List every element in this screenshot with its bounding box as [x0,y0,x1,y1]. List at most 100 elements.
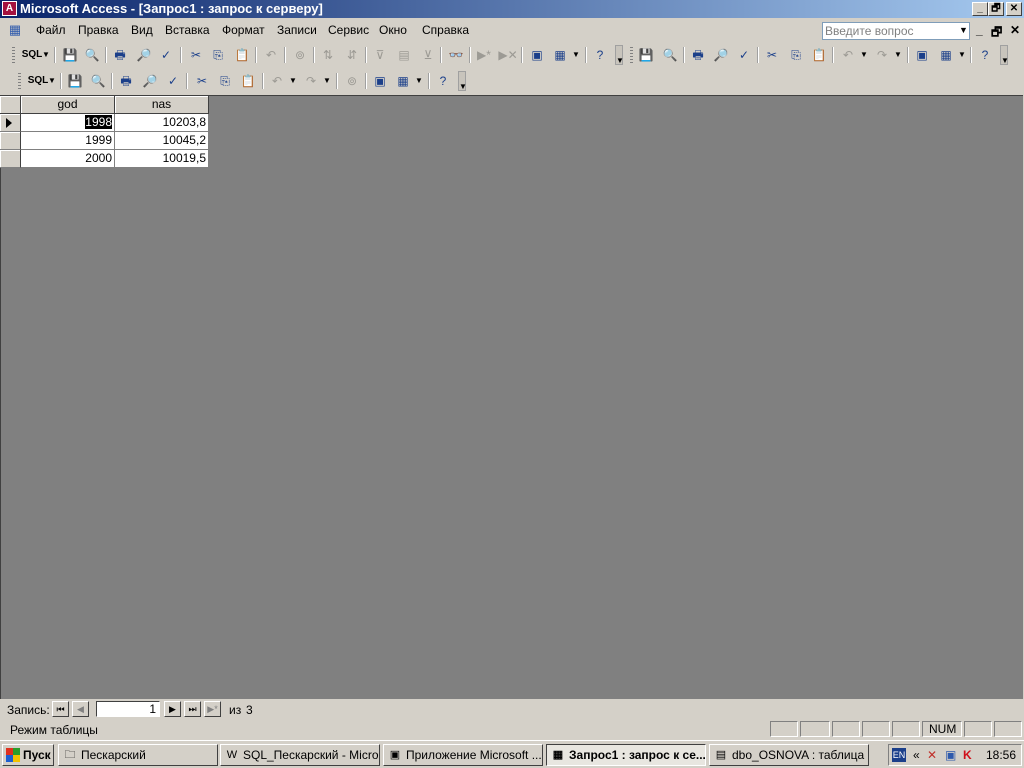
previous-record-button[interactable]: ◀ [72,701,89,717]
access-app-icon[interactable]: A [2,1,17,16]
print-icon[interactable]: 🖶 [116,72,136,90]
save-icon[interactable]: 💾 [65,72,85,90]
filter-by-form-icon[interactable]: ▤ [394,46,414,64]
taskbar-item[interactable]: ▣ Приложение Microsoft ... [383,744,543,766]
new-object-icon[interactable]: ▦ [550,46,570,64]
tray-expand-icon[interactable]: « [913,747,920,763]
toolbar-options-chevron[interactable]: ▼ [1000,45,1009,65]
print-preview-icon[interactable]: 🔎 [134,46,154,64]
mdi-close-button[interactable]: ✕ [1010,23,1020,37]
taskbar-item[interactable]: W SQL_Пескарский - Micro... [220,744,380,766]
toolbar-options-chevron[interactable]: ▼ [615,45,624,65]
sort-ascending-icon[interactable]: ⇅ [318,46,338,64]
row-selector[interactable] [0,114,21,132]
new-record-icon[interactable]: ▶* [474,46,494,64]
save-icon[interactable]: 💾 [636,46,656,64]
table-cell-god[interactable]: 2000 [21,150,115,168]
print-preview-icon[interactable]: 🔎 [140,72,160,90]
table-cell-nas[interactable]: 10019,5 [115,150,209,168]
spelling-icon[interactable]: ✓ [163,72,183,90]
cut-icon[interactable]: ✂ [192,72,212,90]
copy-icon[interactable]: ⎘ [215,72,235,90]
search-document-icon[interactable]: 🔍 [660,46,680,64]
start-button[interactable]: Пуск [2,744,54,766]
database-window-icon[interactable]: ▣ [527,46,547,64]
sort-descending-icon[interactable]: ⇵ [342,46,362,64]
chevron-down-icon[interactable]: ▼ [894,46,902,64]
select-all-corner[interactable] [0,96,21,114]
help-icon[interactable]: ? [433,72,453,90]
ask-question-input[interactable]: Введите вопрос [822,22,970,40]
next-record-button[interactable]: ▶ [164,701,181,717]
search-document-icon[interactable]: 🔍 [82,46,102,64]
search-document-icon[interactable]: 🔍 [88,72,108,90]
undo-icon[interactable]: ↶ [261,46,281,64]
help-icon[interactable]: ? [975,46,995,64]
mdi-restore-button[interactable]: 🗗 [991,23,1002,44]
save-icon[interactable]: 💾 [60,46,80,64]
current-record-input[interactable] [96,701,160,717]
table-cell-god[interactable]: 1998 [21,114,115,132]
restore-button[interactable]: 🗗 [988,2,1004,16]
chevron-down-icon[interactable]: ▼ [572,46,580,64]
chevron-down-icon[interactable]: ▼ [415,72,423,90]
database-window-icon[interactable]: ▣ [912,46,932,64]
antivirus-icon[interactable]: K [963,747,972,763]
redo-icon[interactable]: ↷ [301,72,321,90]
chevron-down-icon[interactable]: ▼ [48,72,56,90]
last-record-button[interactable]: ⏭ [184,701,201,717]
print-preview-icon[interactable]: 🔎 [711,46,731,64]
tray-app-icon[interactable]: ▣ [945,747,956,763]
first-record-button[interactable]: ⏮ [52,701,69,717]
toolbar-options-chevron[interactable]: ▼ [458,71,467,91]
menu-edit[interactable]: Правка [78,23,119,37]
chevron-down-icon[interactable]: ▼ [42,46,50,64]
print-icon[interactable]: 🖶 [110,46,130,64]
new-object-icon[interactable]: ▦ [936,46,956,64]
taskbar-item-active[interactable]: ▦ Запрос1 : запрос к се... [546,744,706,766]
insert-hyperlink-icon[interactable]: ⊚ [342,72,362,90]
chevron-down-icon[interactable]: ▼ [958,46,966,64]
menu-file[interactable]: Файл [36,23,66,37]
network-icon[interactable]: ✕ [927,747,937,763]
cut-icon[interactable]: ✂ [762,46,782,64]
taskbar-item[interactable]: 🗀 Пескарский [58,744,218,766]
query-window-icon[interactable]: ▦ [6,22,24,38]
chevron-down-icon[interactable]: ▼ [959,25,968,35]
apply-filter-icon[interactable]: ⊻ [418,46,438,64]
menu-tools[interactable]: Сервис [328,23,369,37]
table-cell-nas[interactable]: 10203,8 [115,114,209,132]
row-selector[interactable] [0,132,21,150]
menu-help[interactable]: Справка [422,23,469,37]
paste-icon[interactable]: 📋 [232,46,252,64]
new-record-button[interactable]: ▶* [204,701,221,717]
undo-icon[interactable]: ↶ [267,72,287,90]
spelling-icon[interactable]: ✓ [734,46,754,64]
toolbar-grip[interactable] [18,73,21,89]
table-cell-god[interactable]: 1999 [21,132,115,150]
help-icon[interactable]: ? [590,46,610,64]
copy-icon[interactable]: ⎘ [208,46,228,64]
delete-record-icon[interactable]: ▶✕ [498,46,518,64]
mdi-minimize-button[interactable]: _ [976,23,983,37]
language-indicator[interactable]: EN [892,748,906,762]
minimize-button[interactable]: _ [972,2,988,16]
taskbar-item[interactable]: ▤ dbo_OSNOVA : таблица [709,744,869,766]
new-object-icon[interactable]: ▦ [393,72,413,90]
menu-view[interactable]: Вид [131,23,153,37]
chevron-down-icon[interactable]: ▼ [860,46,868,64]
cut-icon[interactable]: ✂ [186,46,206,64]
table-cell-nas[interactable]: 10045,2 [115,132,209,150]
spelling-icon[interactable]: ✓ [156,46,176,64]
print-icon[interactable]: 🖶 [688,46,708,64]
paste-icon[interactable]: 📋 [238,72,258,90]
menu-records[interactable]: Записи [277,23,317,37]
chevron-down-icon[interactable]: ▼ [289,72,297,90]
menu-format[interactable]: Формат [222,23,265,37]
menu-window[interactable]: Окно [379,23,407,37]
column-header-god[interactable]: god [21,96,115,114]
close-button[interactable]: ✕ [1006,2,1022,16]
insert-hyperlink-icon[interactable]: ⊚ [290,46,310,64]
toolbar-grip[interactable] [12,47,15,63]
column-header-nas[interactable]: nas [115,96,209,114]
